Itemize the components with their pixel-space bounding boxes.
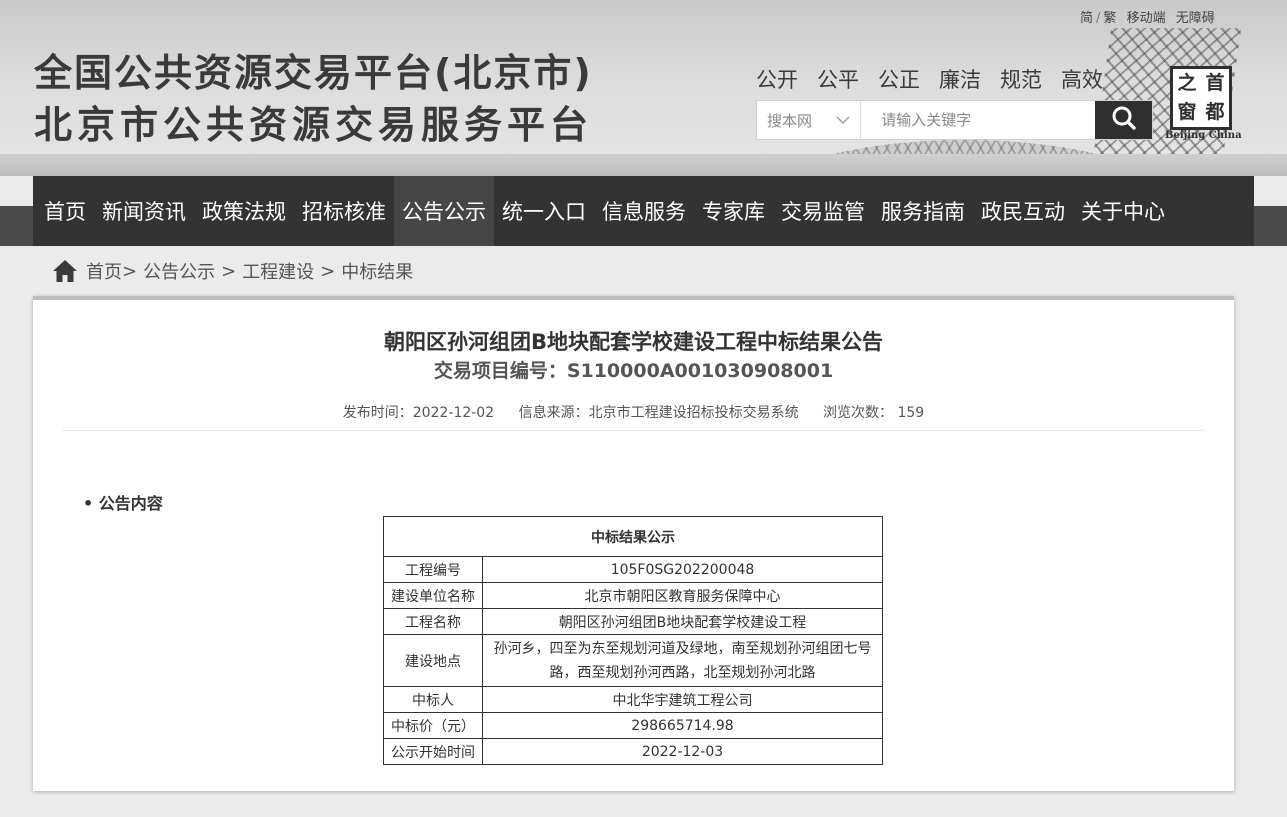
- table-row: 建设地点 孙河乡，四至为东至规划河道及绿地，南至规划孙河组团七号路，西至规划孙河…: [383, 634, 883, 687]
- row-key: 工程名称: [383, 608, 483, 635]
- mobile-link[interactable]: 移动端: [1127, 11, 1166, 26]
- core-values: 公开 公平 公正 廉洁 规范 高效: [756, 64, 1103, 94]
- breadcrumb-current: 中标结果: [341, 262, 414, 283]
- nav-item-service-guide[interactable]: 服务指南: [873, 176, 973, 246]
- breadcrumb-home[interactable]: 首页: [86, 258, 122, 284]
- chevron-down-icon: [836, 111, 850, 129]
- simplified-link[interactable]: 简: [1080, 11, 1093, 26]
- row-key: 工程编号: [383, 556, 483, 583]
- info-source: 信息来源：北京市工程建设招标投标交易系统: [518, 405, 799, 421]
- publish-time: 发布时间：2022-12-02: [342, 405, 495, 421]
- logo-char: 首: [1205, 72, 1225, 94]
- article-title: 朝阳区孙河组团B地块配套学校建设工程中标结果公告: [383, 330, 883, 354]
- row-value: 朝阳区孙河组团B地块配套学校建设工程: [482, 608, 883, 635]
- value-item: 规范: [1000, 68, 1042, 92]
- nav-item-unified-entry[interactable]: 统一入口: [494, 176, 594, 246]
- value-item: 公开: [756, 68, 798, 92]
- article-meta: 发布时间：2022-12-02 信息来源：北京市工程建设招标投标交易系统 浏览次…: [33, 402, 1234, 422]
- row-value: 2022-12-03: [482, 738, 883, 765]
- search-scope-label: 搜本网: [767, 111, 813, 130]
- skyline-band: [0, 154, 1287, 176]
- logo-caption: Beijing China: [1165, 130, 1242, 141]
- row-key: 建设地点: [383, 634, 483, 687]
- table-row: 建设单位名称 北京市朝阳区教育服务保障中心: [383, 582, 883, 609]
- article-card: 朝阳区孙河组团B地块配套学校建设工程中标结果公告 交易项目编号：S110000A…: [33, 296, 1234, 791]
- nav-item-announcements[interactable]: 公告公示: [394, 176, 494, 246]
- logo-char: 之: [1177, 72, 1197, 94]
- project-number: 交易项目编号：S110000A001030908001: [433, 360, 834, 382]
- site-title-line1: 全国公共资源交易平台(北京市): [34, 51, 593, 95]
- table-title: 中标结果公示: [383, 516, 883, 557]
- table-row: 工程编号 105F0SG202200048: [383, 556, 883, 583]
- divider: [63, 430, 1204, 431]
- breadcrumb: 首页 > 公告公示 > 工程建设 > 中标结果: [52, 256, 413, 286]
- value-item: 廉洁: [939, 68, 981, 92]
- breadcrumb-separator: >: [320, 260, 336, 282]
- value-item: 高效: [1061, 68, 1103, 92]
- nav-item-experts[interactable]: 专家库: [694, 176, 773, 246]
- view-count: 浏览次数： 159: [823, 405, 925, 421]
- search-icon: [1111, 105, 1137, 135]
- nav-item-tender-approval[interactable]: 招标核准: [294, 176, 394, 246]
- breadcrumb-separator: >: [221, 260, 237, 282]
- table-row: 公示开始时间 2022-12-03: [383, 738, 883, 765]
- value-item: 公平: [817, 68, 859, 92]
- value-item: 公正: [878, 68, 920, 92]
- logo-char: 都: [1205, 101, 1225, 123]
- table-row: 工程名称 朝阳区孙河组团B地块配套学校建设工程: [383, 608, 883, 635]
- nav-item-home[interactable]: 首页: [36, 176, 94, 246]
- nav-item-policy[interactable]: 政策法规: [194, 176, 294, 246]
- capital-window-logo[interactable]: 之 首 窗 都: [1170, 66, 1232, 130]
- row-key: 建设单位名称: [383, 582, 483, 609]
- home-icon[interactable]: [52, 259, 78, 283]
- breadcrumb-separator: >: [122, 260, 138, 282]
- logo-char: 窗: [1177, 101, 1197, 123]
- breadcrumb-announcements[interactable]: 公告公示: [143, 258, 215, 284]
- traditional-link[interactable]: 繁: [1103, 11, 1116, 26]
- nav-item-info-service[interactable]: 信息服务: [594, 176, 694, 246]
- top-links: 简 / 繁 移动端 无障碍: [1080, 7, 1221, 26]
- search-bar: 搜本网: [756, 100, 1153, 140]
- nav-item-about[interactable]: 关于中心: [1073, 176, 1173, 246]
- site-title-line2: 北京市公共资源交易服务平台: [34, 103, 594, 147]
- table-row: 中标人 中北华宇建筑工程公司: [383, 686, 883, 713]
- table-header-row: 中标结果公示: [383, 516, 883, 557]
- main-nav: 首页 新闻资讯 政策法规 招标核准 公告公示 统一入口 信息服务 专家库 交易监…: [33, 176, 1254, 246]
- search-input[interactable]: [861, 101, 1096, 139]
- nav-item-interaction[interactable]: 政民互动: [973, 176, 1073, 246]
- slash-separator: /: [1096, 11, 1101, 26]
- row-value: 北京市朝阳区教育服务保障中心: [482, 582, 883, 609]
- row-value: 105F0SG202200048: [482, 556, 883, 583]
- breadcrumb-engineering[interactable]: 工程建设: [242, 258, 314, 284]
- nav-item-news[interactable]: 新闻资讯: [94, 176, 194, 246]
- search-scope-select[interactable]: 搜本网: [757, 101, 862, 139]
- site-header: 全国公共资源交易平台(北京市) 北京市公共资源交易服务平台 简 / 繁 移动端 无障…: [0, 0, 1287, 176]
- section-label: • 公告内容: [83, 494, 163, 513]
- table-row: 中标价（元） 298665714.98: [383, 712, 883, 739]
- row-value: 298665714.98: [482, 712, 883, 739]
- row-key: 中标价（元）: [383, 712, 483, 739]
- accessibility-link[interactable]: 无障碍: [1176, 11, 1215, 26]
- award-result-table: 中标结果公示 工程编号 105F0SG202200048 建设单位名称 北京市朝…: [383, 516, 883, 765]
- row-value: 中北华宇建筑工程公司: [482, 686, 883, 713]
- row-value: 孙河乡，四至为东至规划河道及绿地，南至规划孙河组团七号路，西至规划孙河西路，北至…: [482, 634, 883, 687]
- row-key: 中标人: [383, 686, 483, 713]
- nav-item-supervision[interactable]: 交易监管: [773, 176, 873, 246]
- row-key: 公示开始时间: [383, 738, 483, 765]
- search-button[interactable]: [1095, 101, 1152, 139]
